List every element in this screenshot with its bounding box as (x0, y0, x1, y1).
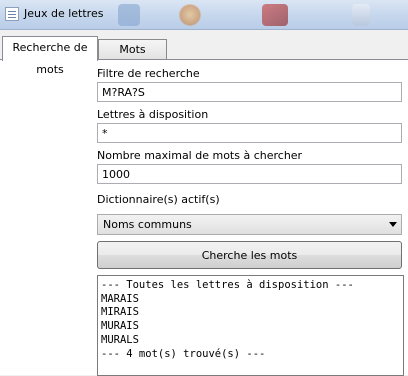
background-blur-icon (352, 4, 370, 26)
document-icon (5, 7, 19, 21)
dictionary-select[interactable]: Noms communs (97, 214, 402, 235)
search-button[interactable]: Cherche les mots (97, 241, 402, 269)
results-line: MURAIS (101, 320, 139, 333)
letters-input[interactable] (97, 123, 402, 143)
results-line: --- Toutes les lettres à disposition --- (101, 279, 354, 291)
dictionary-label: Dictionnaire(s) actif(s) (97, 193, 220, 206)
tab-recherche-de-mots[interactable]: Recherche de mots (2, 36, 98, 76)
max-words-input[interactable] (97, 164, 402, 184)
results-line: --- 4 mot(s) trouvé(s) --- (101, 347, 266, 360)
tab-bar: Recherche de mots Mots croisés (0, 36, 408, 76)
tab-mots-croises[interactable]: Mots croisés (98, 39, 167, 75)
background-blur-icon (178, 4, 202, 26)
max-words-label: Nombre maximal de mots à chercher (97, 149, 303, 162)
background-blur-icon (118, 4, 140, 26)
results-textarea[interactable]: --- Toutes les lettres à disposition ---… (97, 275, 404, 376)
search-panel: Filtre de recherche Lettres à dispositio… (0, 59, 408, 376)
background-blur-icon (262, 4, 288, 26)
filter-input[interactable] (97, 82, 402, 102)
filter-label: Filtre de recherche (97, 67, 200, 80)
results-line: MURALS (101, 333, 139, 346)
window-title: Jeux de lettres (24, 7, 104, 20)
chevron-down-icon[interactable] (389, 222, 397, 227)
dictionary-selected-value: Noms communs (103, 218, 192, 231)
results-line: MIRAIS (101, 306, 139, 319)
letters-label: Lettres à disposition (97, 108, 209, 121)
title-bar: Jeux de lettres (0, 0, 408, 30)
results-line: MARAIS (101, 292, 139, 305)
